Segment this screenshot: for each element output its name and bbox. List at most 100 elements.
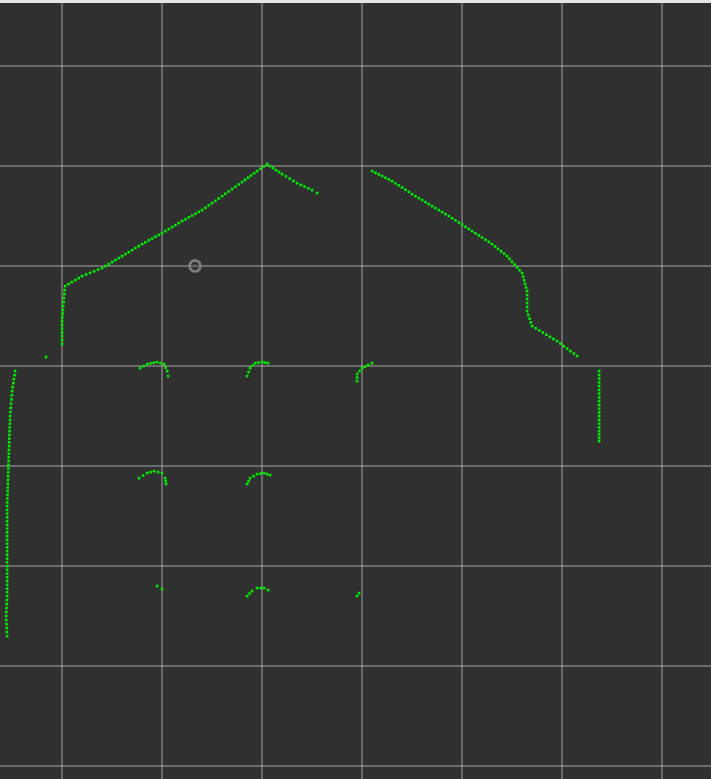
scan-point xyxy=(174,223,177,227)
scan-point xyxy=(5,591,9,594)
scan-point xyxy=(259,167,262,171)
scan-point xyxy=(5,561,9,564)
scan-point xyxy=(295,181,299,185)
scan-point xyxy=(96,268,100,271)
scan-point xyxy=(145,362,149,366)
scan-point xyxy=(166,374,170,378)
scan-point xyxy=(155,360,159,364)
scan-point xyxy=(355,594,359,598)
scan-point xyxy=(265,472,269,476)
scan-point xyxy=(410,192,414,196)
scan-point xyxy=(5,512,9,515)
scan-point xyxy=(597,392,601,395)
scan-point xyxy=(194,212,197,216)
scan-point xyxy=(545,333,548,336)
scan-point xyxy=(363,365,367,368)
scan-point xyxy=(249,174,253,177)
scan-point xyxy=(7,459,10,463)
scan-point xyxy=(7,444,11,448)
scan-point xyxy=(5,587,9,590)
scan-point xyxy=(575,354,579,358)
scan-point xyxy=(525,293,529,297)
scan-point xyxy=(525,305,529,309)
scan-point xyxy=(387,178,391,181)
scan-point xyxy=(147,239,151,242)
scan-point xyxy=(127,250,131,254)
scan-point xyxy=(7,456,10,459)
scan-point xyxy=(6,474,10,478)
scan-point xyxy=(299,183,303,187)
scan-point xyxy=(357,591,361,595)
scan-point xyxy=(13,369,17,373)
scan-point xyxy=(510,260,514,264)
scan-point xyxy=(262,471,266,475)
scan-point xyxy=(499,250,503,253)
scan-point xyxy=(6,486,9,489)
scan-point xyxy=(10,389,14,393)
scan-point xyxy=(224,192,227,196)
scan-point xyxy=(370,361,374,365)
scan-point xyxy=(220,194,224,198)
scan-point xyxy=(562,344,566,348)
scan-point xyxy=(523,282,527,286)
scan-point xyxy=(6,493,9,497)
scan-point xyxy=(520,271,524,275)
scan-point xyxy=(460,223,464,226)
scan-point xyxy=(60,323,64,327)
scan-point xyxy=(10,398,13,401)
scan-point xyxy=(555,339,559,343)
scan-point xyxy=(597,399,601,403)
scan-point xyxy=(197,210,201,214)
scan-point xyxy=(152,361,156,365)
scan-point xyxy=(358,369,361,373)
scan-point xyxy=(237,183,241,186)
scan-point xyxy=(9,410,12,414)
scan-point xyxy=(404,188,407,192)
scan-point xyxy=(537,329,541,332)
scan-point xyxy=(154,235,157,239)
scan-point xyxy=(477,234,481,237)
scan-segment-post-2-2 xyxy=(245,471,272,486)
scan-point xyxy=(5,618,8,622)
grid-scene[interactable] xyxy=(0,0,711,779)
scan-point xyxy=(434,206,437,210)
scan-point xyxy=(355,379,359,383)
scan-point xyxy=(74,278,77,282)
scan-point xyxy=(374,171,377,175)
sensor-center xyxy=(193,264,197,268)
scan-point xyxy=(5,508,9,512)
scan-point xyxy=(5,606,8,610)
scan-point xyxy=(307,187,310,190)
scan-point xyxy=(252,172,256,175)
scan-point xyxy=(5,564,9,568)
scan-point xyxy=(248,366,252,370)
scan-point xyxy=(280,172,284,176)
scan-point xyxy=(227,190,231,193)
scan-point xyxy=(355,376,359,379)
scan-point xyxy=(61,304,65,308)
scan-point xyxy=(251,364,254,367)
scan-point xyxy=(8,437,11,440)
scan-point xyxy=(5,542,9,545)
scan-point xyxy=(160,587,164,591)
scan-point xyxy=(5,523,9,527)
scan-point xyxy=(200,208,204,212)
scan-point xyxy=(62,296,66,300)
scan-point xyxy=(525,301,529,305)
scan-point xyxy=(430,204,434,208)
scan-point xyxy=(377,173,381,176)
scan-point xyxy=(7,463,10,467)
scan-point xyxy=(170,225,174,229)
scan-point xyxy=(92,270,96,273)
scan-viewport[interactable] xyxy=(0,0,711,779)
scan-point xyxy=(177,221,181,225)
scan-point xyxy=(444,212,447,216)
scan-point xyxy=(184,218,187,221)
scan-point xyxy=(12,377,16,381)
scan-point xyxy=(247,370,250,374)
scan-point xyxy=(107,262,111,266)
scan-point xyxy=(230,187,234,191)
scan-point xyxy=(124,252,127,256)
scan-point xyxy=(508,257,511,261)
grid-lines xyxy=(0,0,711,779)
